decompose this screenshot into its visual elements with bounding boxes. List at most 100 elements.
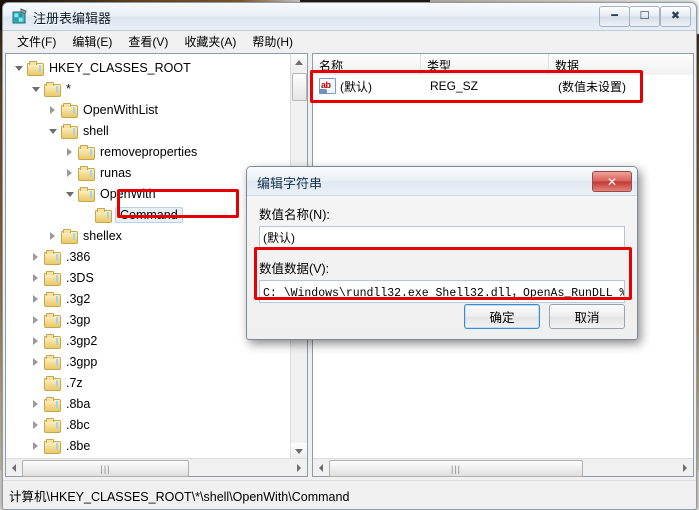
menu-item-view[interactable]: 查看(V) (120, 31, 176, 52)
chevron-right-icon[interactable] (29, 271, 42, 284)
chevron-right-icon[interactable] (63, 145, 76, 158)
tree-item-label: shell (83, 123, 109, 138)
tree-item-label: .8bc (66, 417, 90, 432)
chevron-right-icon[interactable] (29, 334, 42, 347)
tree-item-label: .8be (66, 438, 91, 453)
dialog-title-bar[interactable]: 编辑字符串 ✕ (247, 167, 637, 196)
chevron-right-icon[interactable] (46, 103, 59, 116)
registry-editor-icon (12, 8, 27, 24)
folder-icon (61, 228, 78, 244)
chevron-right-icon[interactable] (46, 229, 59, 242)
value-data-input[interactable]: C: \Windows\rundll32.exe Shell32.dll，Ope… (259, 280, 625, 303)
chevron-right-icon[interactable] (63, 166, 76, 179)
tree-item-label: .3DS (66, 270, 94, 285)
tree-item-label: * (66, 81, 71, 96)
tree-hscroll-thumb[interactable]: ||| (22, 460, 189, 477)
chevron-down-icon[interactable] (63, 187, 76, 200)
tree-item-shell[interactable]: shell (6, 120, 291, 141)
maximize-icon: ☐ (639, 10, 650, 22)
cancel-button[interactable]: 取消 (549, 304, 625, 329)
tree-item-label: OpenWithList (83, 102, 159, 117)
status-bar-path: 计算机\HKEY_CLASSES_ROOT\*\shell\OpenWith\C… (9, 489, 350, 504)
folder-icon (44, 312, 61, 328)
minimize-icon: ━ (611, 10, 618, 22)
minimize-button[interactable]: ━ (599, 6, 630, 27)
folder-icon (44, 417, 61, 433)
folder-icon (95, 207, 112, 223)
folder-icon (61, 123, 78, 139)
menu-item-help[interactable]: 帮助(H) (244, 31, 301, 52)
folder-icon (44, 396, 61, 412)
tree-item-removeproperties[interactable]: removeproperties (6, 141, 291, 162)
menu-item-file[interactable]: 文件(F) (9, 31, 64, 52)
chevron-right-icon[interactable] (29, 439, 42, 452)
value-data-cell: (数值未设置) (558, 79, 626, 94)
chevron-right-icon[interactable] (29, 292, 42, 305)
dialog-close-button[interactable]: ✕ (592, 171, 632, 192)
folder-icon (61, 102, 78, 118)
tree-scroll-up-button[interactable] (291, 54, 307, 70)
values-column-headers: 名称 类型 数据 (313, 54, 693, 76)
tree-item-label: removeproperties (100, 144, 198, 159)
table-row[interactable]: ab (默认) REG_SZ (数值未设置) (313, 75, 693, 97)
close-button[interactable]: ✖ (660, 6, 691, 27)
tree-item-8ba[interactable]: .8ba (6, 393, 291, 414)
tree-hscroll-left-button[interactable] (6, 460, 22, 476)
menu-item-edit[interactable]: 编辑(E) (64, 31, 120, 52)
tree-item-label: OpenWith (100, 186, 156, 201)
tree-hscroll-track[interactable]: ||| (22, 460, 291, 477)
window-title: 注册表编辑器 (33, 11, 112, 26)
chevron-down-icon[interactable] (29, 82, 42, 95)
tree-item-label: HKEY_CLASSES_ROOT (49, 60, 191, 75)
folder-icon (44, 438, 61, 454)
chevron-down-icon[interactable] (46, 124, 59, 137)
values-horizontal-scrollbar[interactable]: ||| (313, 458, 693, 477)
folder-icon (78, 186, 95, 202)
chevron-right-icon[interactable] (29, 418, 42, 431)
ok-button[interactable]: 确定 (464, 304, 540, 329)
tree-item-label: .386 (66, 249, 91, 264)
tree-item-hkey-classes-root[interactable]: HKEY_CLASSES_ROOT (6, 57, 291, 78)
chevron-right-icon[interactable] (29, 250, 42, 263)
menu-item-favorites[interactable]: 收藏夹(A) (176, 31, 244, 52)
dialog-close-icon: ✕ (606, 174, 618, 189)
values-hscroll-track[interactable]: ||| (329, 460, 677, 477)
values-hscroll-left-button[interactable] (313, 460, 329, 476)
column-header-data[interactable]: 数据 (549, 54, 693, 75)
values-hscroll-thumb[interactable]: ||| (329, 460, 583, 477)
tree-item-label: shellex (83, 228, 122, 243)
tree-horizontal-scrollbar[interactable]: ||| (6, 458, 307, 477)
value-name-cell: (默认) (340, 79, 372, 94)
tree-scroll-down-button[interactable] (291, 443, 307, 459)
tree-hscroll-right-button[interactable] (291, 460, 307, 476)
tree-scroll-thumb[interactable] (292, 73, 307, 101)
edit-string-dialog: 编辑字符串 ✕ 数值名称(N): (默认) 数值数据(V): C: \Windo… (246, 166, 638, 340)
tree-item-8be[interactable]: .8be (6, 435, 291, 456)
chevron-right-icon[interactable] (29, 397, 42, 410)
value-name-input[interactable]: (默认) (259, 226, 625, 249)
tree-item-8bc[interactable]: .8bc (6, 414, 291, 435)
dialog-button-row: 确定 取消 (464, 304, 625, 329)
folder-icon (44, 354, 61, 370)
tree-item-7z[interactable]: .7z (6, 372, 291, 393)
maximize-button[interactable]: ☐ (629, 6, 660, 27)
tree-item-label: .3gp2 (66, 333, 98, 348)
tree-item-[interactable]: * (6, 78, 291, 99)
column-header-type[interactable]: 类型 (421, 54, 549, 75)
menu-bar: 文件(F) 编辑(E) 查看(V) 收藏夹(A) 帮助(H) (3, 31, 696, 53)
window-title-bar[interactable]: 注册表编辑器 ━ ☐ ✖ (3, 3, 696, 31)
values-hscroll-right-button[interactable] (677, 460, 693, 476)
column-header-name[interactable]: 名称 (313, 54, 421, 75)
chevron-right-icon[interactable] (29, 355, 42, 368)
folder-icon (78, 165, 95, 181)
tree-item-3gpp[interactable]: .3gpp (6, 351, 291, 372)
folder-icon (44, 375, 61, 391)
value-type-cell: REG_SZ (430, 79, 479, 93)
chevron-down-icon[interactable] (12, 61, 25, 74)
tree-item-openwithlist[interactable]: OpenWithList (6, 99, 291, 120)
tree-item-label: runas (100, 165, 132, 180)
dialog-body: 数值名称(N): (默认) 数值数据(V): C: \Windows\rundl… (247, 196, 637, 303)
tree-item-label: .3g2 (66, 291, 91, 306)
chevron-right-icon[interactable] (29, 313, 42, 326)
status-bar: 计算机\HKEY_CLASSES_ROOT\*\shell\OpenWith\C… (3, 480, 696, 509)
